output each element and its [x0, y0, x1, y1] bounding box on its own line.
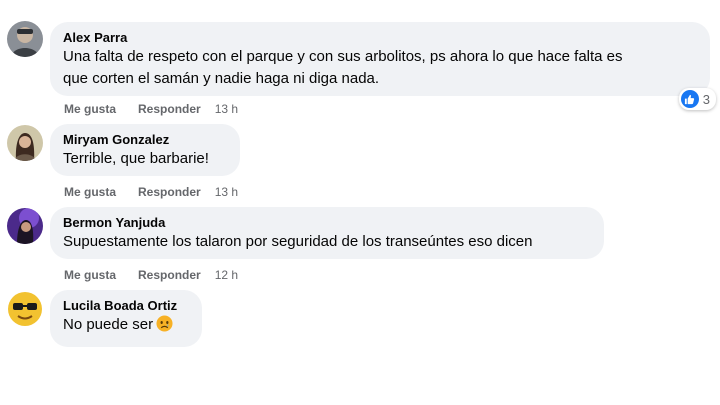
comment-bubble: Miryam Gonzalez Terrible, que barbarie!: [50, 124, 240, 176]
avatar[interactable]: [7, 291, 43, 327]
timestamp[interactable]: 13 h: [215, 185, 238, 199]
comment-text: Terrible, que barbarie!: [63, 150, 209, 167]
like-button[interactable]: Me gusta: [64, 185, 116, 199]
comment-bubble: Alex Parra Una falta de respeto con el p…: [50, 22, 710, 96]
avatar[interactable]: [7, 208, 43, 244]
comment-author[interactable]: Miryam Gonzalez: [63, 131, 227, 148]
comment-text-line: Una falta de respeto con el parque y con…: [63, 48, 623, 65]
comment-author[interactable]: Bermon Yanjuda: [63, 214, 591, 231]
avatar[interactable]: [7, 125, 43, 161]
timestamp[interactable]: 12 h: [215, 268, 238, 282]
comment-text: Supuestamente los talaron por seguridad …: [63, 233, 533, 250]
comment-author[interactable]: Lucila Boada Ortiz: [63, 297, 189, 314]
comment-bubble: Bermon Yanjuda Supuestamente los talaron…: [50, 207, 604, 259]
comment-actions: Me gusta Responder 13 h: [64, 184, 238, 200]
comment-text-line: que corten el samán y nadie haga ni diga…: [63, 70, 380, 87]
reply-button[interactable]: Responder: [138, 268, 201, 282]
comment-actions: Me gusta Responder 12 h: [64, 267, 238, 283]
reply-button[interactable]: Responder: [138, 102, 201, 116]
comment-text-content: No puede ser: [63, 316, 154, 333]
timestamp[interactable]: 13 h: [215, 102, 238, 116]
comment-actions: Me gusta Responder 13 h: [64, 101, 238, 117]
reaction-count: 3: [702, 91, 710, 107]
comment-author[interactable]: Alex Parra: [63, 29, 697, 46]
avatar[interactable]: [7, 21, 43, 57]
comment-bubble: Lucila Boada Ortiz No puede ser: [50, 290, 202, 347]
like-icon: [680, 90, 699, 108]
like-button[interactable]: Me gusta: [64, 268, 116, 282]
reaction-badge[interactable]: 3: [678, 88, 716, 110]
like-button[interactable]: Me gusta: [64, 102, 116, 116]
reply-button[interactable]: Responder: [138, 185, 201, 199]
comment-text: No puede ser: [63, 314, 189, 339]
sad-face-emoji-icon: [156, 315, 173, 339]
